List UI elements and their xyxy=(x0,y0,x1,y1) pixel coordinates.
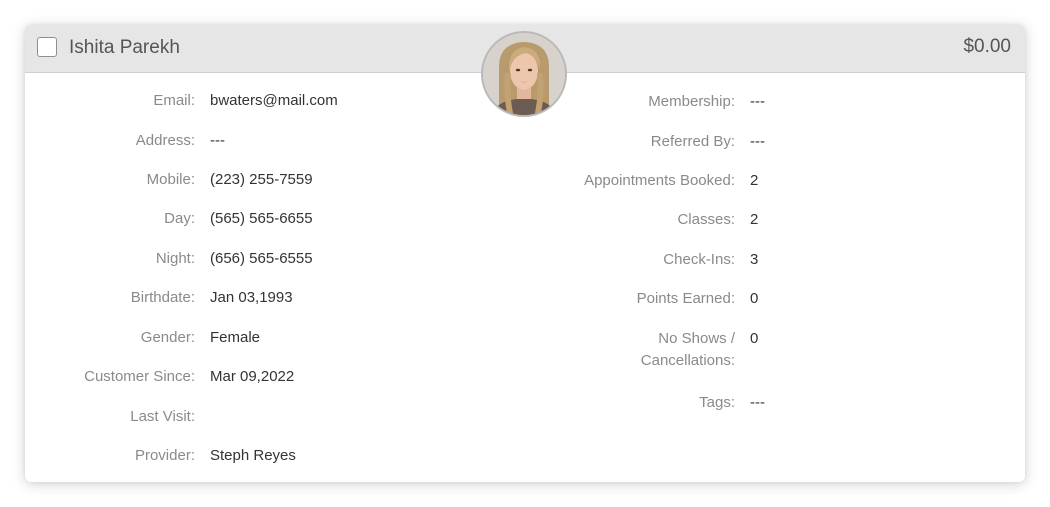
referred-by-value: --- xyxy=(750,133,765,150)
field-label: Points Earned: xyxy=(636,290,735,307)
field-label: Classes: xyxy=(677,211,735,228)
field-label: Customer Since: xyxy=(84,368,195,385)
client-balance: $0.00 xyxy=(963,36,1011,57)
field-label: Appointments Booked: xyxy=(584,172,735,189)
field-label: Provider: xyxy=(134,447,195,464)
client-name[interactable]: Ishita Parekh xyxy=(69,36,180,60)
membership-value: --- xyxy=(750,93,765,110)
tags-value: --- xyxy=(750,394,765,411)
customer-since-value: Mar 09,2022 xyxy=(210,368,295,385)
provider-value: Steph Reyes xyxy=(210,447,296,464)
client-photo-icon xyxy=(483,33,565,115)
client-card: Ishita Parekh $0.00 Email: bwaters@mail.… xyxy=(25,25,1025,482)
field-label: Membership: xyxy=(648,93,735,110)
field-label: Check-Ins: xyxy=(663,251,735,268)
field-label: Referred By: xyxy=(650,133,735,150)
select-client-checkbox[interactable] xyxy=(37,37,57,57)
gender-value: Female xyxy=(210,329,261,346)
field-label: No Shows / Cancellations: xyxy=(640,330,735,369)
field-label: Gender: xyxy=(140,329,195,346)
points-earned-value: 0 xyxy=(750,290,759,307)
no-shows-value: 0 xyxy=(750,330,759,347)
check-ins-value: 3 xyxy=(750,251,759,268)
appointments-booked-value: 2 xyxy=(750,172,759,189)
avatar[interactable] xyxy=(481,31,567,117)
field-label: Tags: xyxy=(699,394,735,411)
classes-value: 2 xyxy=(750,211,759,228)
